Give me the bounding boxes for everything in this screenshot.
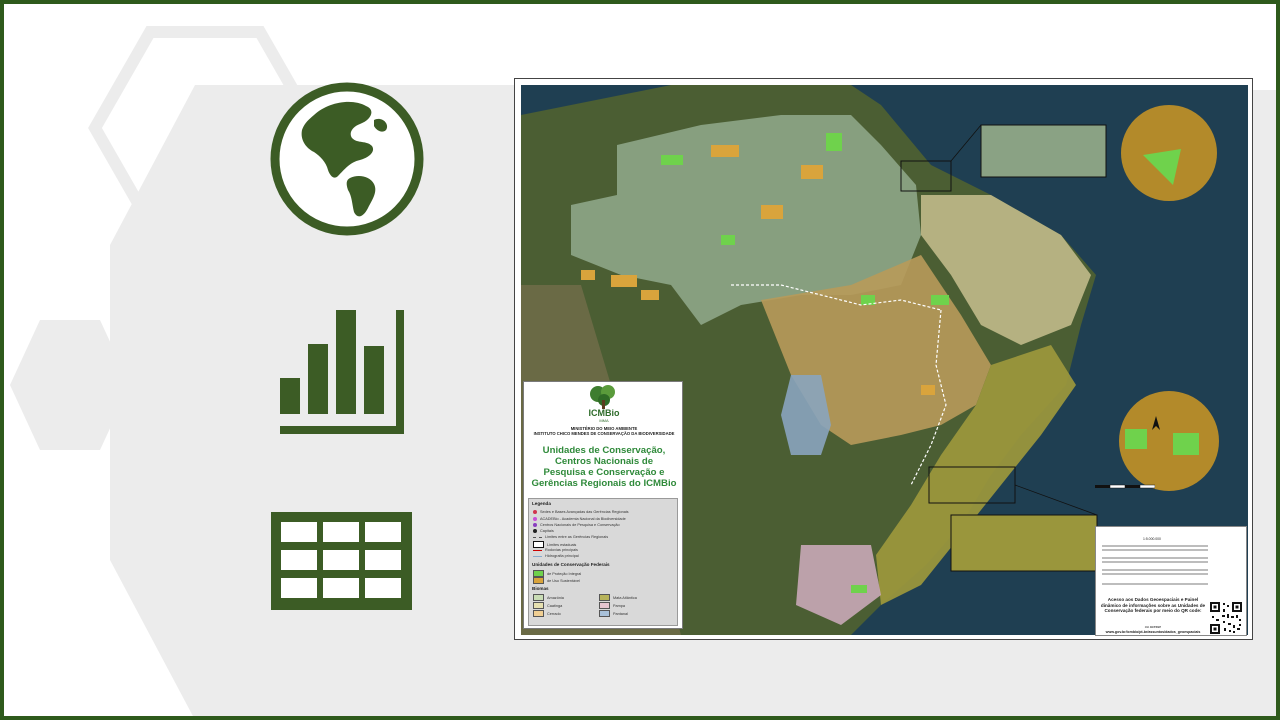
biome-item: Mata Atlântica [599,594,637,601]
legend-heading: Legenda [532,501,551,506]
river-line-icon [533,555,542,557]
biome-heading: Biomas [532,586,549,591]
biome-item: Pampa [599,602,625,609]
icmbio-brand: ICMBio [588,408,620,418]
access-link[interactable]: www.gov.br/icmbio/pt-br/assuntos/dados_g… [1100,630,1206,634]
scale-label: 1:5.000.000 [1143,537,1161,541]
qr-code-icon[interactable] [1209,601,1243,635]
uc-item: de Uso Sustentável [533,577,580,584]
access-text: Acesso aos Dados Geoespaciais e Painel d… [1100,597,1206,614]
bar-chart-icon [280,310,404,434]
legend-item: Limites estaduais [533,541,576,548]
table-grid-icon [271,512,412,610]
capital-dot-icon [533,529,537,533]
biome-item: Amazônia [533,594,564,601]
map-title: Unidades de Conservação, Centros Naciona… [531,445,677,489]
map-figure: ICMBio MMA MINISTÉRIO DO MEIO AMBIENTE I… [514,78,1253,640]
legend-item: Rodovias principais [533,548,578,552]
mma-label: MMA [599,418,609,423]
access-sub: ou acesse [1144,625,1162,629]
legend-item: Capitais [533,529,554,533]
road-line-icon [533,549,542,551]
legend-item: Hidrografia principal [533,554,579,558]
institute-label: INSTITUTO CHICO MENDES DE CONSERVAÇÃO DA… [533,431,675,436]
legend-box: Legenda Sedes e Bases Avançadas das Gerê… [528,498,678,626]
biome-item: Cerrado [533,610,561,617]
legend-item: Centros Nacionais de Pesquisa e Conserva… [533,523,620,527]
biome-item: Pantanal [599,610,628,617]
globe-icon [270,82,424,236]
red-dot-icon [533,510,537,514]
uc-heading: Unidades de Conservação Federais [532,562,610,567]
map-legend: ICMBio MMA MINISTÉRIO DO MEIO AMBIENTE I… [523,381,683,629]
dashed-line-icon [533,536,542,538]
legend-item: ACADEBio - Academia Nacional da Biodiver… [533,517,626,521]
violet-dot-icon [533,523,537,527]
biome-item: Caatinga [533,602,562,609]
legend-item: Limites entre as Gerências Regionais [533,535,608,539]
purple-dot-icon [533,517,537,521]
legend-item: Sedes e Bases Avançadas das Gerências Re… [533,510,629,514]
scale-bar [1095,484,1155,489]
map-info-box: 1:5.000.000 Acesso aos Dados Geoespaciai… [1095,526,1247,636]
state-limit-icon [533,541,544,548]
uc-item: de Proteção Integral [533,570,581,577]
north-arrow-icon [1152,416,1160,430]
